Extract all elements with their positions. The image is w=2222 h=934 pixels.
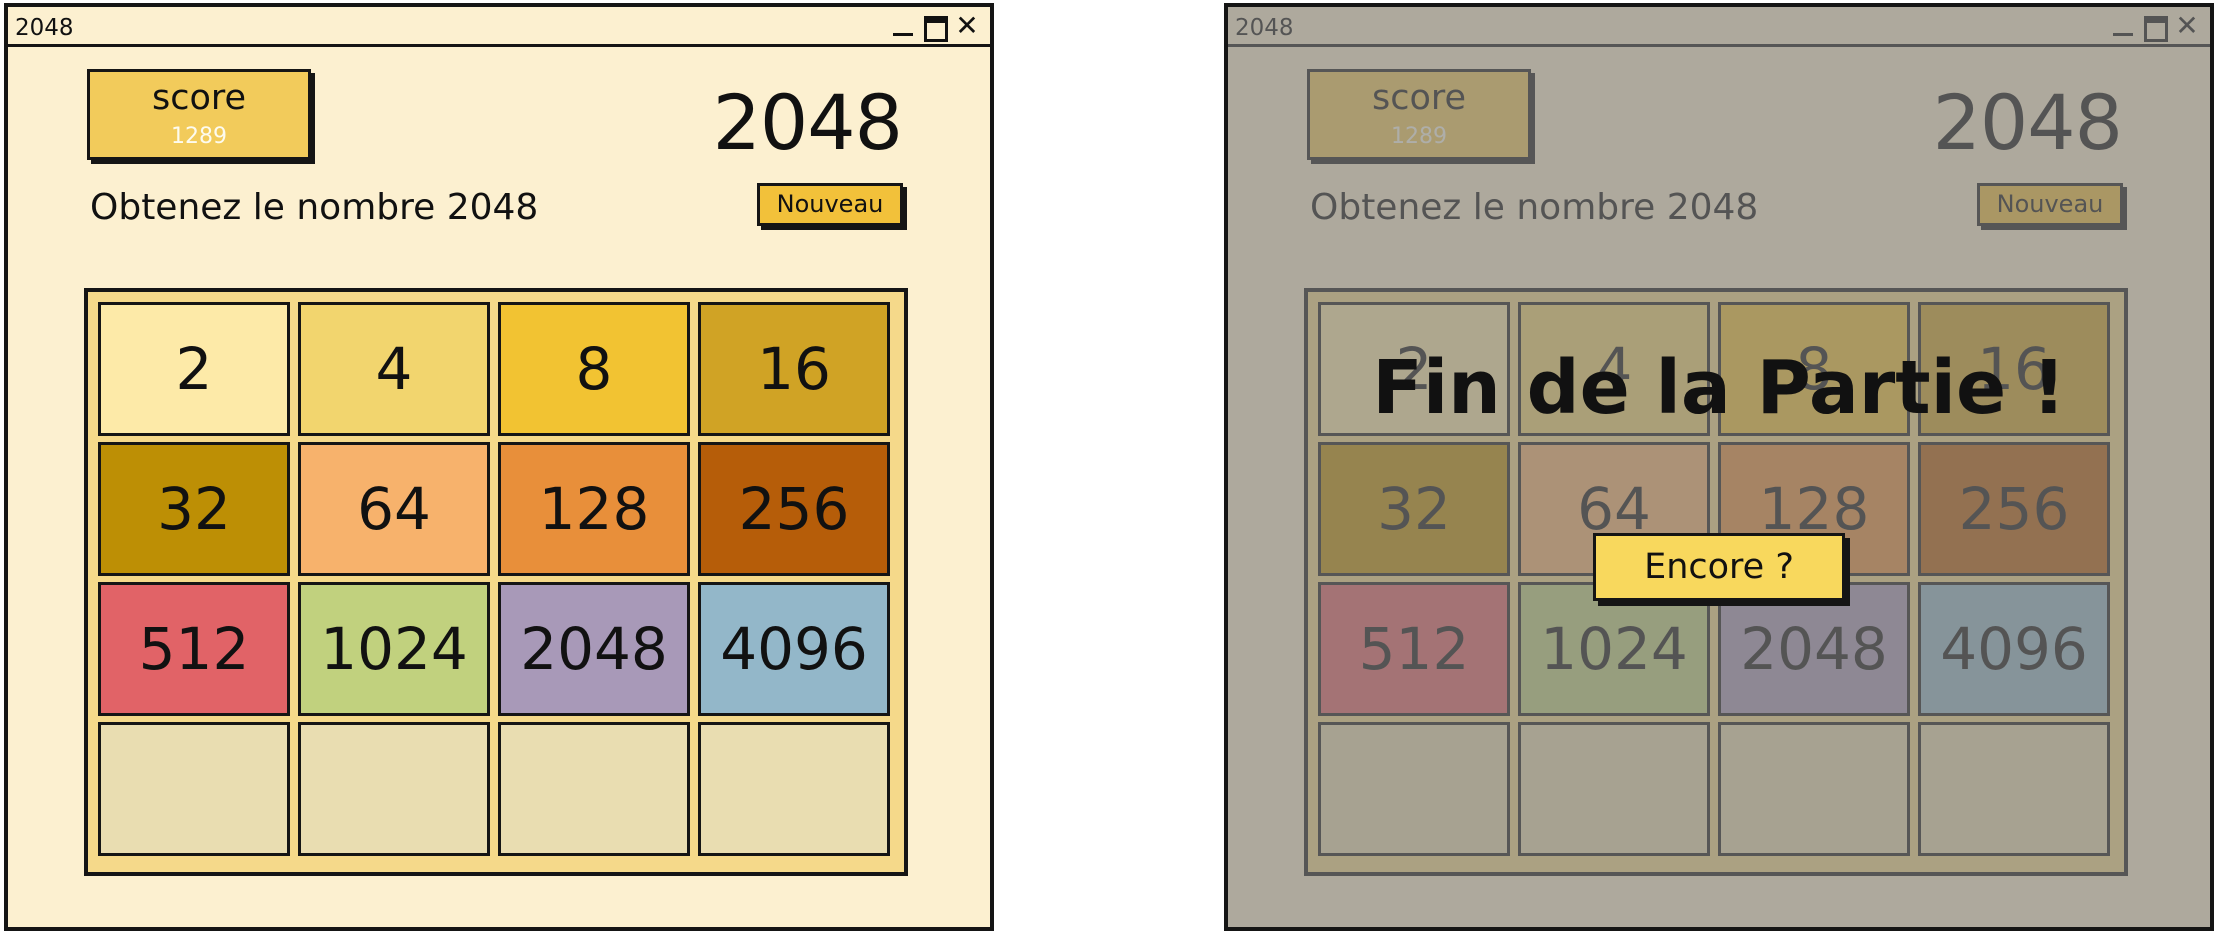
- tile: 16: [698, 302, 890, 436]
- tile: 8: [498, 302, 690, 436]
- game-title: 2048: [712, 78, 903, 167]
- empty-tile: [98, 722, 290, 856]
- window-title: 2048: [15, 15, 74, 41]
- game-subtitle: Obtenez le nombre 2048: [90, 187, 539, 228]
- game-over-message: Fin de la Partie !: [1372, 345, 2066, 431]
- score-box: score 1289: [87, 69, 311, 160]
- score-label: score: [151, 78, 247, 118]
- title-bar: 2048 ✕: [8, 7, 990, 47]
- game-over-overlay: [1228, 7, 2210, 927]
- game-over-window: 2048 ✕ score 1289 2048 Obtenez le nombre…: [1224, 3, 2214, 931]
- tile: 2: [98, 302, 290, 436]
- empty-tile: [298, 722, 490, 856]
- tile: 4: [298, 302, 490, 436]
- tile: 64: [298, 442, 490, 576]
- tile: 512: [98, 582, 290, 716]
- tile: 4096: [698, 582, 890, 716]
- tile: 2048: [498, 582, 690, 716]
- play-again-button[interactable]: Encore ?: [1593, 533, 1845, 601]
- tile: 32: [98, 442, 290, 576]
- minimize-icon[interactable]: [890, 13, 916, 39]
- score-value: 1289: [171, 124, 227, 149]
- empty-tile: [698, 722, 890, 856]
- tile: 1024: [298, 582, 490, 716]
- close-icon[interactable]: ✕: [954, 12, 980, 40]
- maximize-icon[interactable]: [922, 13, 948, 42]
- empty-tile: [498, 722, 690, 856]
- game-window: 2048 ✕ score 1289 2048 Obtenez le nombre…: [4, 3, 994, 931]
- new-game-button[interactable]: Nouveau: [757, 183, 903, 226]
- tile: 128: [498, 442, 690, 576]
- tile: 256: [698, 442, 890, 576]
- window-controls: ✕: [890, 12, 980, 42]
- game-board: 2 4 8 16 32 64 128 256 512 1024 2048 409…: [84, 288, 908, 876]
